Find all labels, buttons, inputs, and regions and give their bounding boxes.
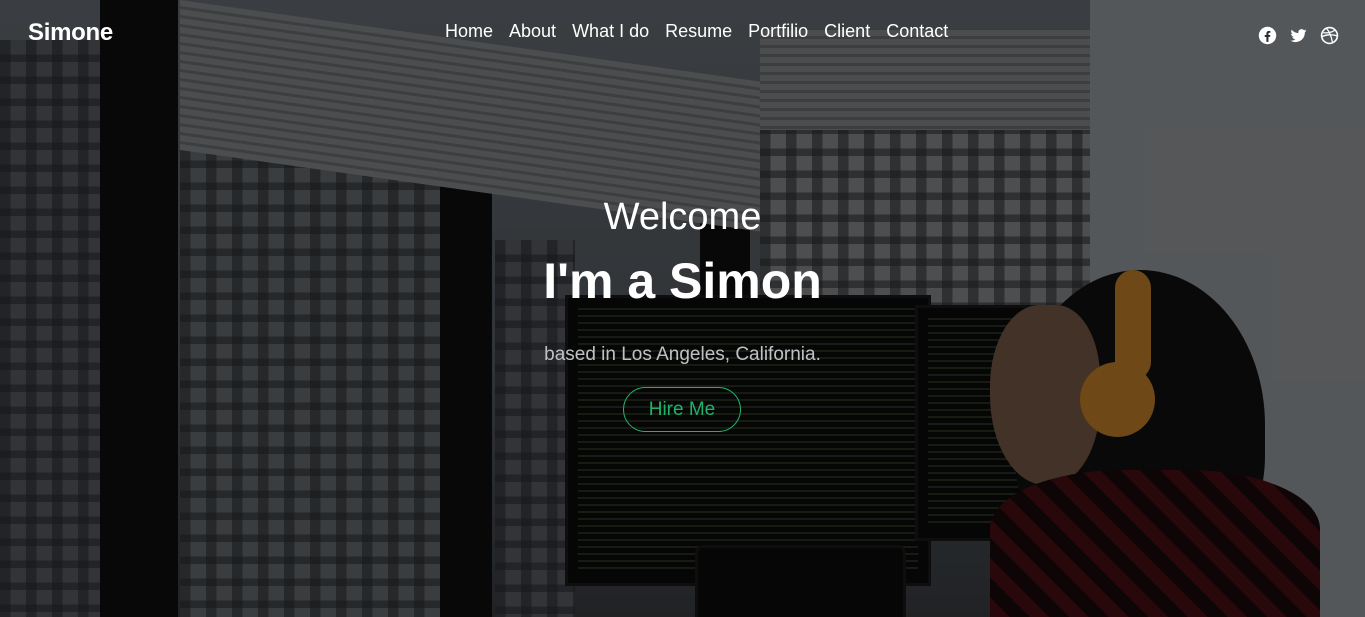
nav-item-what-i-do[interactable]: What I do (572, 21, 649, 42)
social-links (1258, 26, 1339, 45)
hero-tagline: based in Los Angeles, California. (544, 344, 821, 365)
twitter-icon[interactable] (1289, 26, 1308, 45)
welcome-heading: Welcome (603, 196, 762, 238)
facebook-icon[interactable] (1258, 26, 1277, 45)
dribbble-icon[interactable] (1320, 26, 1339, 45)
hire-me-button[interactable]: Hire Me (623, 387, 741, 432)
main-nav: Home About What I do Resume Portfilio Cl… (445, 21, 948, 42)
brand-logo[interactable]: Simone (28, 19, 113, 47)
nav-item-client[interactable]: Client (824, 21, 870, 42)
hero-headline: I'm a Simon (543, 253, 822, 309)
nav-item-about[interactable]: About (509, 21, 556, 42)
nav-item-contact[interactable]: Contact (886, 21, 948, 42)
nav-item-home[interactable]: Home (445, 21, 493, 42)
nav-item-portfolio[interactable]: Portfilio (748, 21, 808, 42)
nav-item-resume[interactable]: Resume (665, 21, 732, 42)
